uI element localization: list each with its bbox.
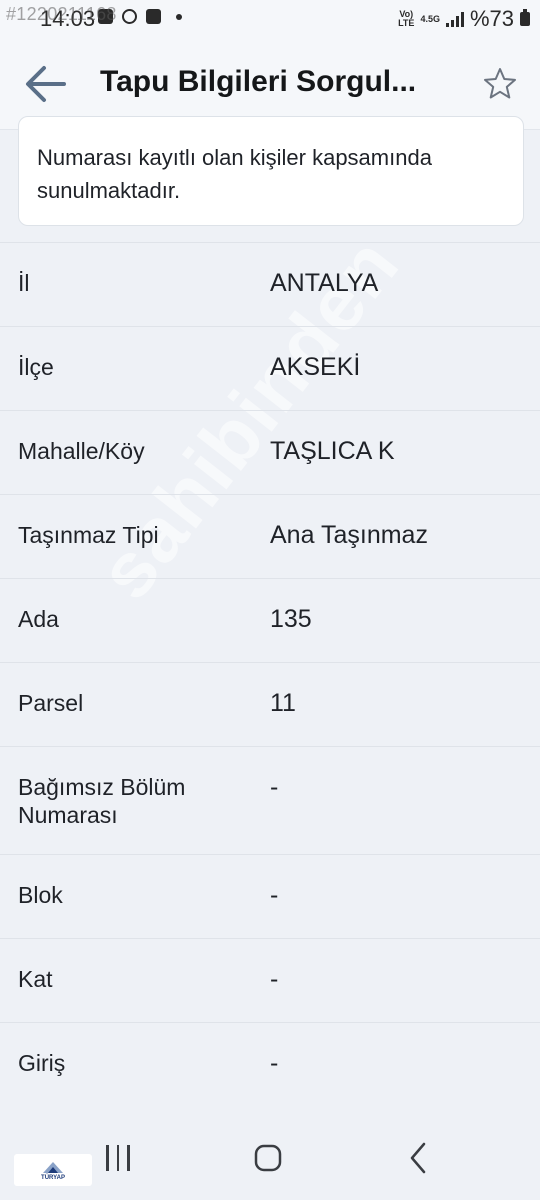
property-row-bagimsiz-bolum: Bağımsız Bölüm Numarası -	[0, 746, 540, 854]
info-card: Numarası kayıtlı olan kişiler kapsamında…	[18, 116, 524, 226]
property-value: Ana Taşınmaz	[270, 521, 428, 549]
property-row-ilce: İlçe AKSEKİ	[0, 326, 540, 410]
battery-percent: %73	[469, 6, 514, 31]
property-label: Ada	[18, 606, 59, 632]
corner-logo: TÜRYAP	[14, 1154, 92, 1186]
property-label: Giriş	[18, 1050, 66, 1076]
property-value: -	[270, 773, 279, 801]
more-notifications-icon	[176, 13, 182, 20]
check-notification-icon	[146, 9, 161, 24]
property-row-mahalle: Mahalle/Köy TAŞLICA K	[0, 410, 540, 494]
property-row-il: İl ANTALYA	[0, 242, 540, 326]
signal-icon	[445, 11, 464, 27]
property-row-blok: Blok -	[0, 854, 540, 938]
property-row-ada: Ada 135	[0, 578, 540, 662]
property-value: 135	[270, 605, 312, 633]
home-icon	[254, 1144, 282, 1172]
status-bar: 14:03 #1220211168 Vo) LTE 4.5G %73	[0, 0, 540, 38]
listing-id-watermark: #1220211168	[6, 4, 117, 24]
page-title: Tapu Bilgileri Sorgul...	[100, 65, 417, 98]
info-text-line: Numarası kayıtlı olan kişiler kapsamında	[37, 145, 432, 170]
recent-apps-button[interactable]	[98, 1138, 138, 1178]
nav-back-icon	[410, 1142, 426, 1174]
property-value: -	[270, 1049, 279, 1077]
property-label: Kat	[18, 966, 53, 992]
property-value: ANTALYA	[270, 269, 379, 297]
battery-icon	[520, 9, 530, 26]
property-label: Blok	[18, 882, 63, 908]
property-value: -	[270, 965, 279, 993]
property-value: -	[270, 881, 279, 909]
volte-indicator: Vo) LTE	[398, 10, 414, 28]
back-button[interactable]	[22, 62, 70, 106]
info-text-line: sunulmaktadır.	[37, 178, 181, 203]
property-value: AKSEKİ	[270, 353, 361, 381]
property-row-giris: Giriş -	[0, 1022, 540, 1106]
logo-mark-icon	[43, 1161, 63, 1173]
property-row-parsel: Parsel 11	[0, 662, 540, 746]
network-gen-indicator: 4.5G	[420, 13, 440, 24]
property-label: Taşınmaz Tipi	[18, 522, 159, 548]
property-row-tasinmaz-tipi: Taşınmaz Tipi Ana Taşınmaz	[0, 494, 540, 578]
property-value: TAŞLICA K	[270, 437, 395, 465]
sync-notification-icon	[122, 9, 137, 24]
property-label: Parsel	[18, 690, 84, 716]
property-label: İl	[18, 270, 30, 296]
lte-label: LTE	[398, 18, 415, 28]
property-value: 11	[270, 689, 296, 717]
property-list: İl ANTALYA İlçe AKSEKİ Mahalle/Köy TAŞLI…	[0, 242, 540, 1106]
star-outline-icon	[484, 68, 516, 99]
status-indicators: Vo) LTE 4.5G %73	[398, 6, 530, 32]
recent-apps-icon	[106, 1145, 109, 1171]
property-label: İlçe	[18, 354, 54, 380]
home-button[interactable]	[248, 1138, 288, 1178]
corner-logo-text: TÜRYAP	[41, 1174, 65, 1181]
favorite-button[interactable]	[482, 66, 518, 102]
property-label: Bağımsız Bölüm Numarası	[18, 774, 186, 828]
screen: 14:03 #1220211168 Vo) LTE 4.5G %73 Tapu …	[0, 0, 540, 1200]
arrow-left-icon	[26, 66, 66, 102]
property-label: Mahalle/Köy	[18, 438, 145, 464]
system-back-button[interactable]	[398, 1138, 438, 1178]
property-row-kat: Kat -	[0, 938, 540, 1022]
